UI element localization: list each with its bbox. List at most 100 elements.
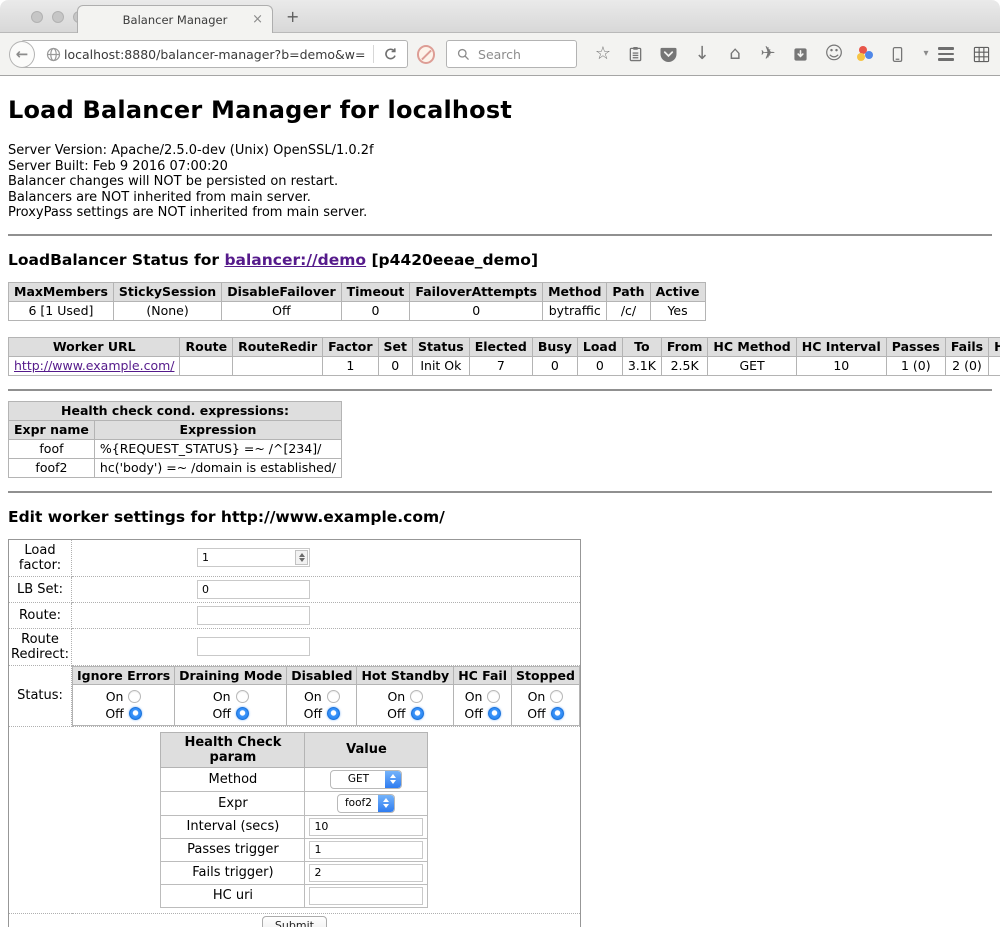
to-cell: 3.1K xyxy=(622,356,661,375)
send-tab-icon[interactable]: ✈ xyxy=(758,44,778,64)
form-row: Load factor: xyxy=(9,539,581,576)
hot-standby-on-radio[interactable] xyxy=(410,690,423,703)
route-input[interactable] xyxy=(197,606,310,625)
menu-icon[interactable] xyxy=(936,44,956,64)
column-header: Health Check param xyxy=(161,732,305,767)
column-header: Draining Mode xyxy=(175,666,287,684)
ignore-errors-off-radio[interactable] xyxy=(129,707,142,720)
passes-input[interactable] xyxy=(309,841,423,859)
url-bar[interactable]: localhost:8880/balancer-manager?b=demo&w… xyxy=(21,40,408,68)
feedback-smiley-icon[interactable]: ☺ xyxy=(824,44,844,64)
bookmark-star-icon[interactable]: ☆ xyxy=(593,44,613,64)
pocket-icon[interactable] xyxy=(659,44,679,64)
new-tab-button[interactable]: + xyxy=(286,7,299,26)
column-header: Worker URL xyxy=(9,337,180,356)
save-to-device-icon[interactable] xyxy=(791,44,811,64)
select-stepper-icon xyxy=(385,771,401,788)
close-window-button[interactable] xyxy=(31,11,43,23)
blocked-content-icon[interactable] xyxy=(417,45,435,64)
column-header: Timeout xyxy=(341,282,410,301)
status-label: Status: xyxy=(9,665,72,726)
column-header: From xyxy=(661,337,708,356)
bookmarks-clipboard-icon[interactable] xyxy=(626,44,646,64)
table-row: Method GET xyxy=(161,767,428,791)
route-redirect-label: Route Redirect: xyxy=(9,628,72,665)
draining-mode-off-radio[interactable] xyxy=(236,707,249,720)
route-redirect-input[interactable] xyxy=(197,637,310,656)
disabled-off-radio[interactable] xyxy=(327,707,340,720)
draining-mode-on-radio[interactable] xyxy=(236,690,249,703)
hot-standby-off-radio[interactable] xyxy=(411,707,424,720)
stopped-off-radio[interactable] xyxy=(551,707,564,720)
reload-icon[interactable] xyxy=(381,44,401,64)
hc-interval-cell: 10 xyxy=(796,356,886,375)
heading-suffix: [p4420eeae_demo] xyxy=(366,251,538,269)
column-header: Expression xyxy=(94,420,341,439)
globe-icon[interactable] xyxy=(44,44,64,64)
extension-colors-icon[interactable] xyxy=(857,45,875,63)
form-row: Health Check param Value Method GET Expr xyxy=(9,726,581,913)
form-row: Status: Ignore Errors Draining Mode Disa… xyxy=(9,665,581,726)
status-options-table: Ignore Errors Draining Mode Disabled Hot… xyxy=(72,666,580,726)
radio-label: On xyxy=(528,689,546,704)
navigation-toolbar: ← localhost:8880/balancer-manager?b=demo… xyxy=(0,33,1000,76)
minimize-window-button[interactable] xyxy=(52,11,64,23)
fails-input[interactable] xyxy=(309,864,423,882)
column-header: HC uri xyxy=(989,337,1000,356)
load-factor-label: Load factor: xyxy=(9,539,72,576)
hc-method-cell: GET xyxy=(708,356,796,375)
method-cell: bytraffic xyxy=(543,301,607,320)
submit-button[interactable]: Submit xyxy=(262,916,327,927)
route-redir-cell xyxy=(233,356,323,375)
hc-fail-radios: On Off xyxy=(454,684,512,725)
interval-input[interactable] xyxy=(309,818,423,836)
page-content: Load Balancer Manager for localhost Serv… xyxy=(0,96,1000,927)
worker-status-table: Worker URL Route RouteRedir Factor Set S… xyxy=(8,337,1000,376)
column-header: RouteRedir xyxy=(233,337,323,356)
close-tab-icon[interactable]: × xyxy=(252,12,263,27)
column-header: Hot Standby xyxy=(357,666,454,684)
worker-url-cell: http://www.example.com/ xyxy=(9,356,180,375)
load-factor-input[interactable] xyxy=(197,548,310,567)
column-header: StickySession xyxy=(113,282,221,301)
max-members-cell: 6 [1 Used] xyxy=(9,301,114,320)
column-header: Busy xyxy=(532,337,577,356)
balancer-status-table: MaxMembers StickySession DisableFailover… xyxy=(8,282,706,321)
chevron-down-icon[interactable]: ▾ xyxy=(916,44,936,64)
ignore-errors-radios: On Off xyxy=(73,684,175,725)
number-stepper[interactable] xyxy=(295,550,308,565)
hc-uri-input[interactable] xyxy=(309,887,423,905)
select-stepper-icon xyxy=(378,795,394,812)
stopped-on-radio[interactable] xyxy=(550,690,563,703)
radio-label: Off xyxy=(105,706,123,721)
column-header: To xyxy=(622,337,661,356)
search-box[interactable] xyxy=(446,40,577,68)
radio-label: On xyxy=(465,689,483,704)
server-info: Server Version: Apache/2.5.0-dev (Unix) … xyxy=(8,143,992,221)
url-text[interactable]: localhost:8880/balancer-manager?b=demo&w… xyxy=(64,47,366,62)
tab-balancer-manager[interactable]: Balancer Manager × xyxy=(77,5,273,33)
column-header: Fails xyxy=(945,337,988,356)
method-select[interactable]: GET xyxy=(330,770,402,789)
worker-url-link[interactable]: http://www.example.com/ xyxy=(14,358,174,373)
hc-fail-off-radio[interactable] xyxy=(488,707,501,720)
device-sync-icon[interactable] xyxy=(888,44,908,64)
downloads-icon[interactable]: ↓ xyxy=(692,44,712,64)
disable-failover-cell: Off xyxy=(222,301,341,320)
hc-fail-on-radio[interactable] xyxy=(487,690,500,703)
lb-set-input[interactable] xyxy=(197,580,310,599)
form-row: Route: xyxy=(9,602,581,628)
balancer-demo-link[interactable]: balancer://demo xyxy=(224,251,366,269)
home-icon[interactable]: ⌂ xyxy=(725,44,745,64)
radio-label: Off xyxy=(387,706,405,721)
column-header: Disabled xyxy=(287,666,357,684)
disabled-on-radio[interactable] xyxy=(327,690,340,703)
expr-select[interactable]: foof2 xyxy=(337,794,395,813)
ignore-errors-on-radio[interactable] xyxy=(128,690,141,703)
passes-cell: 1 (0) xyxy=(886,356,945,375)
radio-label: On xyxy=(387,689,405,704)
path-cell: /c/ xyxy=(607,301,650,320)
back-button[interactable]: ← xyxy=(9,41,35,68)
search-input[interactable] xyxy=(478,47,568,62)
tile-grid-icon[interactable] xyxy=(971,44,991,64)
